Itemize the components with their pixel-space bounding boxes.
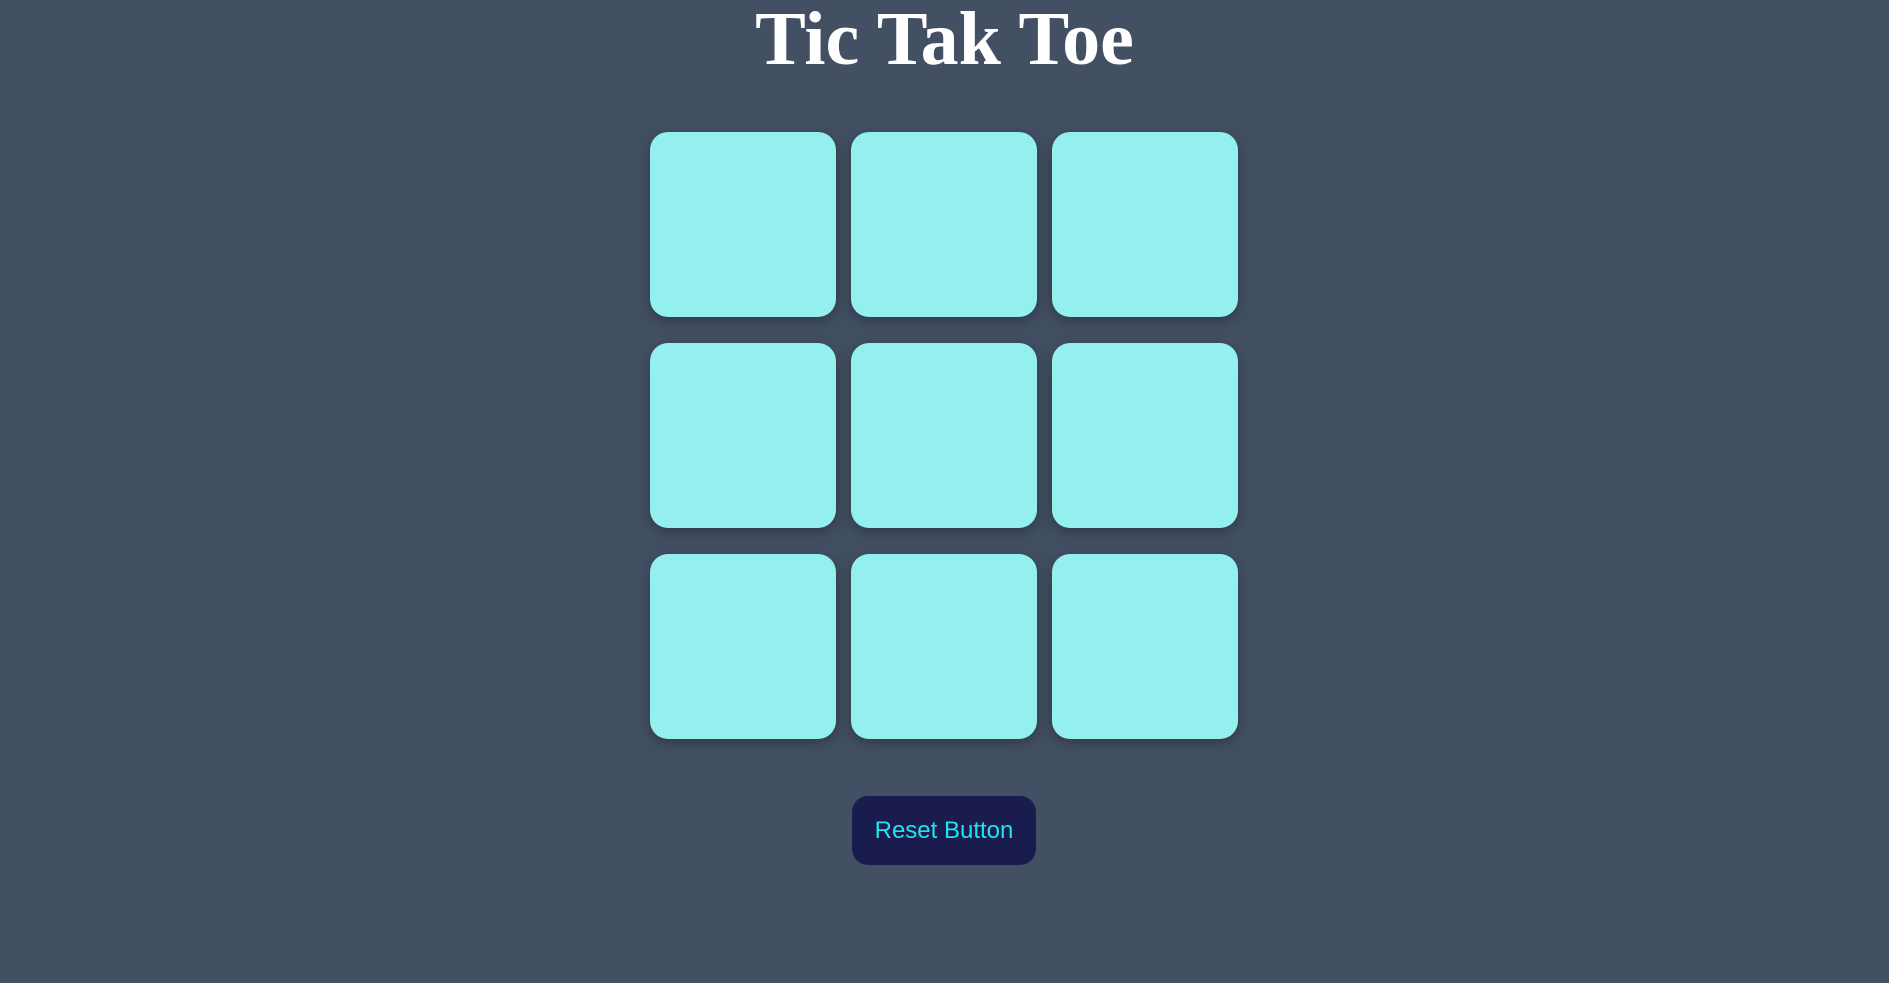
board-cell-2[interactable] (851, 132, 1037, 317)
board-cell-6[interactable] (1052, 343, 1238, 528)
board-cell-1[interactable] (650, 132, 836, 317)
board-cell-4[interactable] (650, 343, 836, 528)
board-cell-9[interactable] (1052, 554, 1238, 739)
reset-button[interactable]: Reset Button (852, 796, 1036, 865)
game-board (650, 132, 1238, 739)
page-title: Tic Tak Toe (755, 0, 1134, 81)
board-cell-5[interactable] (851, 343, 1037, 528)
board-cell-7[interactable] (650, 554, 836, 739)
board-cell-8[interactable] (851, 554, 1037, 739)
board-cell-3[interactable] (1052, 132, 1238, 317)
